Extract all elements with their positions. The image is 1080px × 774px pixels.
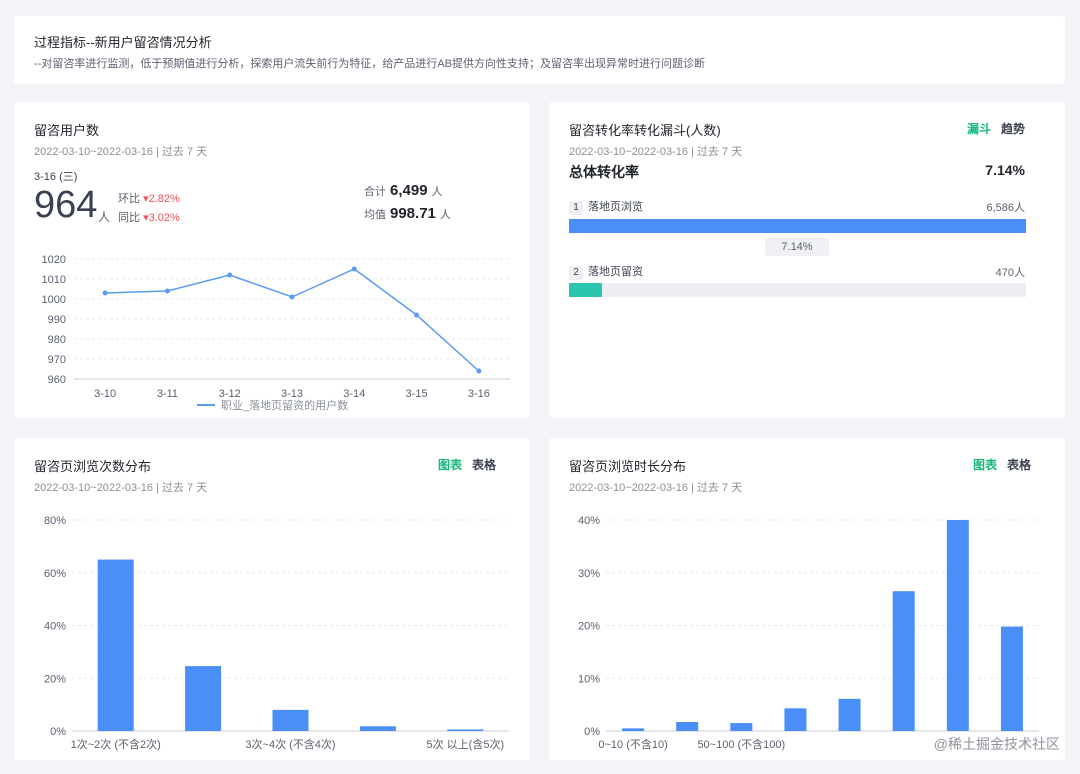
data-point xyxy=(351,266,357,272)
x-tick-label: 3-13 xyxy=(281,388,303,400)
x-tick-label: 50~100 (不含100) xyxy=(697,737,785,751)
y-tick-label: 30% xyxy=(578,568,600,580)
y-tick-label: 80% xyxy=(44,515,66,527)
duration-card: 留咨页浏览时长分布 2022-03-10~2022-03-16 | 过去 7 天… xyxy=(549,438,1065,760)
step-2-bar-track xyxy=(569,283,1026,297)
count-card: 留咨页浏览次数分布 2022-03-10~2022-03-16 | 过去 7 天… xyxy=(14,438,530,760)
bar xyxy=(1000,626,1023,731)
x-tick-label: 3-11 xyxy=(157,388,178,400)
step-1-value: 6,586人 xyxy=(986,202,1025,214)
step-2-index: 2 xyxy=(569,266,583,280)
step-1-bar-track xyxy=(569,219,1026,233)
bar xyxy=(946,520,969,731)
series-line xyxy=(105,268,480,372)
funnel-card: 留咨转化率转化漏斗(人数) 2022-03-10~2022-03-16 | 过去… xyxy=(549,102,1065,418)
overall-rate-value: 7.14% xyxy=(985,162,1025,178)
y-tick-label: 970 xyxy=(48,354,66,366)
step-1-bar-fill xyxy=(569,219,1026,233)
y-tick-label: 1010 xyxy=(42,274,66,286)
y-tick-label: 0% xyxy=(584,726,600,738)
count-bar-chart: 0% 20% 40% 60% 80% 1次~2次 (不含2次) 3次~4次 (不含4次) 5次… xyxy=(44,515,509,751)
funnel-tabs: 漏斗 趋势 xyxy=(967,120,1025,137)
bar xyxy=(359,726,396,731)
data-point xyxy=(476,368,482,374)
bar xyxy=(272,709,309,731)
step-1-label: 落地页浏览 xyxy=(588,201,643,213)
bar xyxy=(892,591,915,731)
step-2-label: 落地页留资 xyxy=(588,266,643,278)
y-tick-label: 40% xyxy=(44,621,66,633)
data-point xyxy=(227,272,233,278)
funnel-step-2: 2 落地页留资 xyxy=(569,263,643,280)
y-tick-label: 960 xyxy=(48,374,66,386)
y-tick-label: 1020 xyxy=(42,254,66,266)
x-tick-label: 0~10 (不含10) xyxy=(598,737,667,751)
header-card: 过程指标--新用户留咨情况分析 --对留咨率进行监测，低于预期值进行分析，探索用… xyxy=(14,16,1065,84)
x-tick-label: 3-15 xyxy=(406,388,428,400)
y-tick-label: 40% xyxy=(578,515,600,527)
bar xyxy=(185,666,222,731)
y-tick-label: 990 xyxy=(48,314,66,326)
page-description: --对留咨率进行监测，低于预期值进行分析，探索用户流失前行为特征，给产品进行AB… xyxy=(34,58,705,70)
y-tick-label: 20% xyxy=(44,673,66,685)
bar xyxy=(447,729,484,731)
funnel-card-date: 2022-03-10~2022-03-16 | 过去 7 天 xyxy=(569,146,743,158)
y-tick-label: 60% xyxy=(44,568,66,580)
bar xyxy=(622,728,645,731)
y-tick-label: 10% xyxy=(578,673,600,685)
page-title: 过程指标--新用户留咨情况分析 xyxy=(34,35,212,50)
x-tick-label: 5次 以上(含5次) xyxy=(426,737,504,751)
x-tick-label: 3次~4次 (不含4次) xyxy=(245,737,335,751)
bar xyxy=(97,559,134,731)
x-tick-label: 3-12 xyxy=(219,388,241,400)
tab-funnel[interactable]: 漏斗 xyxy=(967,122,991,136)
bar xyxy=(784,708,807,731)
bar xyxy=(730,723,753,731)
overall-rate-label: 总体转化率 xyxy=(569,164,639,180)
data-point xyxy=(102,290,108,296)
bar xyxy=(676,722,699,731)
x-tick-label: 3-14 xyxy=(343,388,365,400)
x-tick-label: 3-10 xyxy=(94,388,116,400)
step-2-value: 470人 xyxy=(995,267,1025,279)
conversion-pill: 7.14% xyxy=(765,238,829,256)
step-2-bar-fill xyxy=(569,283,602,297)
watermark: @稀土掘金技术社区 xyxy=(933,736,1060,752)
users-line-chart: 960 970 980 990 1000 1010 1020 3-10 3-11 3-12 3-13… xyxy=(42,254,510,412)
x-tick-label: 3-16 xyxy=(468,388,490,400)
funnel-card-title: 留咨转化率转化漏斗(人数) xyxy=(569,123,721,138)
y-tick-label: 20% xyxy=(578,621,600,633)
legend-label: 职业_落地页留资的用户数 xyxy=(221,398,348,412)
x-tick-label: 1次~2次 (不含2次) xyxy=(71,737,161,751)
y-tick-label: 1000 xyxy=(42,294,66,306)
data-point xyxy=(414,312,420,318)
data-point xyxy=(289,294,295,300)
tab-trend[interactable]: 趋势 xyxy=(1001,122,1025,136)
step-1-index: 1 xyxy=(569,201,583,215)
bar xyxy=(838,698,861,731)
data-point xyxy=(164,288,170,294)
y-tick-label: 0% xyxy=(50,726,66,738)
funnel-step-1: 1 落地页浏览 xyxy=(569,198,643,215)
users-card: 留咨用户数 2022-03-10~2022-03-16 | 过去 7 天 3-1… xyxy=(14,102,530,418)
duration-bar-chart: 0% 10% 20% 30% 40% 0~10 (不含10) 50~100 (不含100) xyxy=(578,515,1039,751)
y-tick-label: 980 xyxy=(48,334,66,346)
